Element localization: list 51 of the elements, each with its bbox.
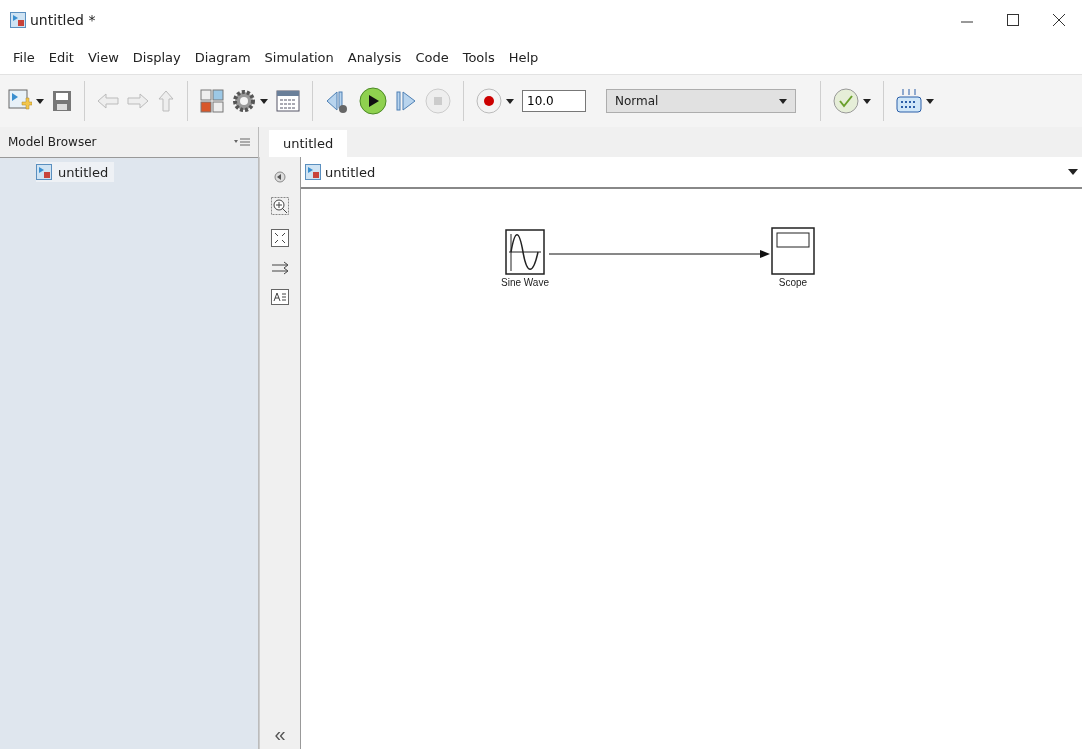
annotation-icon[interactable] xyxy=(271,289,289,305)
hide-browser-icon[interactable] xyxy=(274,171,286,183)
menu-item[interactable]: Code xyxy=(408,46,456,68)
maximize-icon[interactable] xyxy=(1007,14,1019,26)
check-button[interactable] xyxy=(833,88,871,114)
menu-item[interactable]: Display xyxy=(125,46,188,68)
caret-icon[interactable] xyxy=(506,98,514,104)
model-icon xyxy=(36,164,52,180)
close-icon[interactable] xyxy=(1053,14,1065,26)
caret-icon[interactable] xyxy=(260,98,268,104)
model-tab[interactable]: untitled xyxy=(269,130,348,157)
menu-item[interactable]: File xyxy=(6,46,42,68)
block-label: Scope xyxy=(778,277,808,288)
signal-line[interactable] xyxy=(549,249,770,259)
caret-icon[interactable] xyxy=(779,98,787,104)
menu-item[interactable]: Edit xyxy=(41,46,81,68)
run-icon[interactable] xyxy=(359,87,387,115)
menu-item[interactable]: Tools xyxy=(455,46,502,68)
panel-menu-icon[interactable] xyxy=(234,138,250,146)
caret-icon[interactable] xyxy=(863,98,871,104)
block-label: Sine Wave xyxy=(501,277,549,288)
collapse-button[interactable]: « xyxy=(274,723,286,746)
zoom-icon[interactable] xyxy=(271,197,289,215)
menu-item[interactable]: Analysis xyxy=(340,46,409,68)
step-forward-icon[interactable] xyxy=(395,89,417,113)
arrows-icon[interactable] xyxy=(271,261,289,275)
window-title: untitled * xyxy=(30,12,96,28)
sine-wave-block[interactable] xyxy=(505,229,545,275)
simulation-mode-dropdown[interactable]: Normal xyxy=(606,89,796,113)
caret-icon[interactable] xyxy=(926,98,934,104)
menu-item[interactable]: Simulation xyxy=(257,46,341,68)
tree-item[interactable]: untitled xyxy=(36,162,115,182)
panel-title: Model Browser xyxy=(8,135,97,149)
menu-item[interactable]: View xyxy=(80,46,126,68)
record-button[interactable] xyxy=(476,88,514,114)
scope-block[interactable] xyxy=(771,227,815,275)
breadcrumb-link[interactable]: untitled xyxy=(325,164,376,180)
settings-button[interactable] xyxy=(232,89,268,113)
new-model-button[interactable] xyxy=(8,89,44,113)
save-icon[interactable] xyxy=(52,90,72,112)
fit-view-icon[interactable] xyxy=(271,229,289,247)
menu-item[interactable]: Help xyxy=(501,46,546,68)
library-browser-icon[interactable] xyxy=(200,89,224,113)
model-icon xyxy=(305,164,321,180)
model-explorer-icon[interactable] xyxy=(276,90,300,112)
caret-icon[interactable] xyxy=(36,98,44,104)
caret-icon[interactable] xyxy=(1068,169,1078,175)
menu-item[interactable]: Diagram xyxy=(187,46,258,68)
stop-time-field[interactable]: 10.0 xyxy=(522,90,586,112)
keypad-button[interactable] xyxy=(896,88,934,114)
model-icon xyxy=(10,12,26,28)
